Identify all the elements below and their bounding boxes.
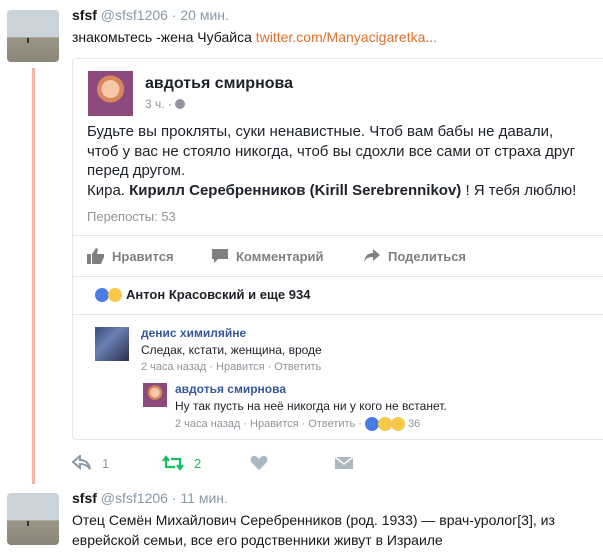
post-author-avatar[interactable] — [88, 71, 133, 116]
haha-reaction-icon — [377, 417, 392, 431]
post-body-line: Кира. Кирилл Серебренников (Kirill Sereb… — [87, 181, 603, 201]
like-tweet-button[interactable] — [250, 455, 268, 471]
separator: · — [171, 490, 177, 506]
reply-like-link[interactable]: Нравится — [250, 418, 299, 430]
post-time-text: 3 ч. · — [145, 97, 172, 111]
mention-link[interactable]: Кирилл Серебренников (Kirill Serebrennik… — [129, 182, 461, 199]
share-arrow-icon — [364, 249, 380, 262]
handle[interactable]: @sfsf1206 — [101, 490, 168, 506]
display-name[interactable]: sfsf — [72, 490, 97, 506]
comment-icon — [212, 249, 228, 263]
handle[interactable]: @sfsf1206 — [101, 7, 168, 23]
tweet-text: Отец Семён Михайлович Серебренников (род… — [72, 510, 555, 550]
retweet-count: 2 — [194, 455, 202, 471]
like-label: Нравится — [112, 248, 174, 264]
commenter-name[interactable]: денис химиляйне — [141, 326, 246, 340]
user-avatar[interactable] — [7, 493, 59, 545]
reply-count: 1 — [102, 455, 110, 471]
post-body-line: перед другом. — [87, 162, 186, 179]
heart-icon — [250, 455, 268, 470]
post-actions-bar: Нравится Комментарий Поделиться — [73, 235, 603, 277]
tweet-text-body: знакомьтесь -жена Чубайса — [72, 29, 256, 45]
direct-message-button[interactable] — [334, 455, 354, 471]
retweet-icon — [162, 455, 184, 471]
reactions-row[interactable]: Антон Красовский и еще 934 — [95, 287, 310, 302]
post-body: Будьте вы прокляты, суки ненавистные. Чт… — [87, 122, 603, 200]
tweet-link[interactable]: twitter.com/Manyacigaretka... — [256, 29, 437, 45]
like-reaction-icon — [95, 287, 109, 302]
envelope-icon — [334, 456, 354, 469]
separator: · — [267, 361, 272, 373]
post-body-line: чтоб у вас не стояло никогда, чтоб вы сд… — [87, 142, 576, 160]
thread-line — [32, 68, 35, 484]
reply-time[interactable]: 2 часа назад — [175, 418, 240, 430]
comment-like-link[interactable]: Нравится — [216, 361, 265, 373]
separator: · — [358, 418, 362, 430]
separator: · — [209, 361, 214, 373]
tweet-header: sfsf @sfsf1206 · 11 мин. — [72, 490, 228, 506]
reply-reply-link[interactable]: Ответить — [308, 418, 355, 430]
post-time: 3 ч. · — [145, 97, 186, 111]
tweet-text-line: Отец Семён Михайлович Серебренников (род… — [72, 512, 555, 528]
like-reaction-icon — [364, 417, 379, 431]
timestamp[interactable]: 20 мин. — [180, 7, 229, 23]
thumbs-up-icon — [87, 248, 104, 264]
post-author-name[interactable]: авдотья смирнова — [145, 75, 293, 93]
separator: · — [301, 418, 306, 430]
comment-time[interactable]: 2 часа назад — [141, 361, 206, 373]
like-button[interactable]: Нравится — [87, 248, 174, 264]
reply-button[interactable]: 1 — [72, 455, 109, 471]
comment-text: Следак, кстати, женщина, вроде — [141, 343, 322, 357]
globe-icon — [175, 99, 186, 109]
tweet-header: sfsf @sfsf1206 · 20 мин. — [72, 7, 229, 23]
commenter-avatar[interactable] — [95, 327, 129, 361]
reactions-text: Антон Красовский и еще 934 — [126, 287, 311, 302]
tweet-2: sfsf @sfsf1206 · 11 мин. Отец Семён Миха… — [0, 486, 603, 558]
reply-author-avatar[interactable] — [143, 383, 167, 407]
separator: · — [243, 418, 248, 430]
share-button[interactable]: Поделиться — [363, 248, 466, 264]
reply-author-name[interactable]: авдотья смирнова — [175, 382, 286, 396]
post-body-line: Будьте вы прокляты, суки ненавистные. Чт… — [87, 123, 554, 140]
reposts-count[interactable]: Перепосты: 53 — [87, 209, 176, 224]
comment-button[interactable]: Комментарий — [211, 248, 324, 264]
display-name[interactable]: sfsf — [72, 7, 97, 23]
retweet-button[interactable]: 2 — [162, 455, 201, 471]
post-body-kira: Кира. — [87, 181, 130, 199]
timestamp[interactable]: 11 мин. — [180, 490, 228, 506]
comment-reply-link[interactable]: Ответить — [274, 361, 321, 373]
share-label: Поделиться — [388, 248, 467, 264]
tweet-1: sfsf @sfsf1206 · 20 мин. знакомьтесь -же… — [0, 0, 603, 486]
reply-icon — [72, 455, 91, 471]
comment-meta: 2 часа назад · Нравится · Ответить — [141, 361, 321, 373]
sad-reaction-icon — [390, 417, 405, 431]
post-body-tail: ! Я тебя люблю! — [461, 181, 577, 199]
sad-reaction-icon — [108, 287, 122, 302]
embedded-post-card[interactable]: авдотья смирнова 3 ч. · Будьте вы прокля… — [72, 58, 603, 440]
comment-label: Комментарий — [236, 248, 324, 264]
reply-reaction-count[interactable]: 36 — [408, 418, 420, 430]
separator: · — [171, 7, 177, 23]
user-avatar[interactable] — [7, 10, 59, 62]
reply-text: Ну так пусть на неё никогда ни у кого не… — [175, 399, 447, 413]
tweet-text: знакомьтесь -жена Чубайса twitter.com/Ma… — [72, 27, 437, 47]
reply-meta: 2 часа назад · Нравится · Ответить · 36 — [175, 417, 420, 431]
divider — [73, 314, 603, 315]
tweet-text-line: еврейской семьи, все его родственники жи… — [72, 532, 443, 548]
